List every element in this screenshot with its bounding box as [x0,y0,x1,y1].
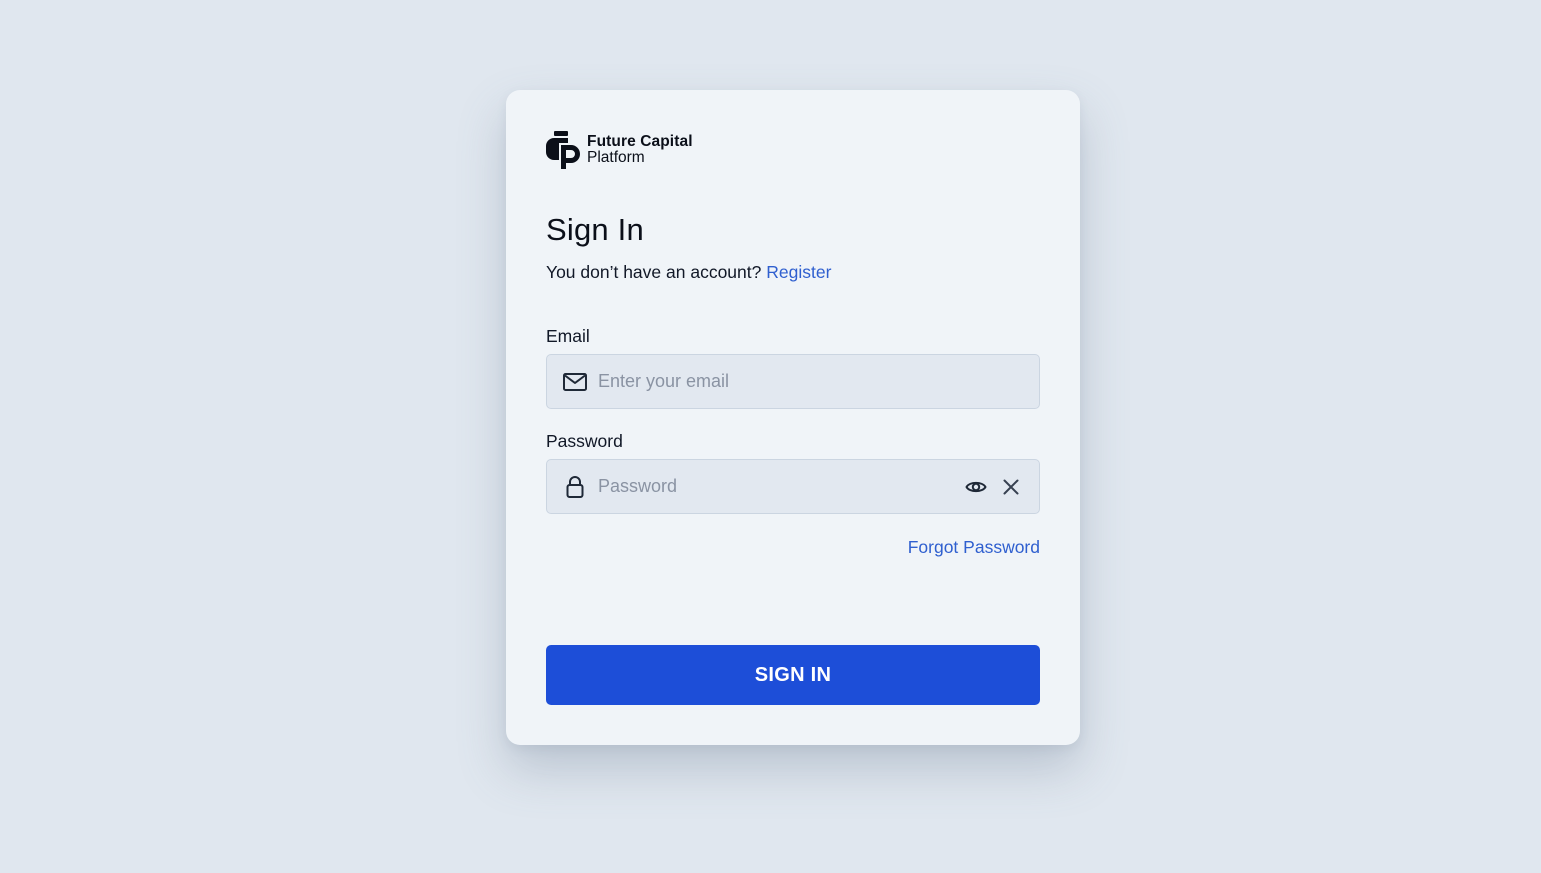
brand-logo: Future Capital Platform [546,130,1040,170]
brand-name-line1: Future Capital [587,133,693,150]
password-input-container [546,459,1040,514]
mail-icon [562,369,588,395]
page-title: Sign In [546,212,644,247]
email-input-container [546,354,1040,409]
email-label: Email [546,326,590,346]
future-capital-logo-icon [546,131,580,169]
eye-icon[interactable] [964,475,988,499]
register-prompt: You don’t have an account? Register [546,261,1040,283]
lock-icon [562,474,588,500]
password-input[interactable] [598,460,953,513]
email-input[interactable] [598,355,1023,408]
register-link[interactable]: Register [766,262,831,282]
password-label: Password [546,431,623,451]
close-icon[interactable] [999,475,1023,499]
register-prompt-text: You don’t have an account? [546,262,762,282]
forgot-password-link[interactable]: Forgot Password [908,536,1040,558]
forgot-password-row: Forgot Password [546,536,1040,558]
brand-name: Future Capital Platform [587,134,693,166]
sign-in-button[interactable]: SIGN IN [546,645,1040,705]
sign-in-card: Future Capital Platform Sign In You don’… [506,90,1080,745]
brand-name-line2: Platform [587,149,645,166]
